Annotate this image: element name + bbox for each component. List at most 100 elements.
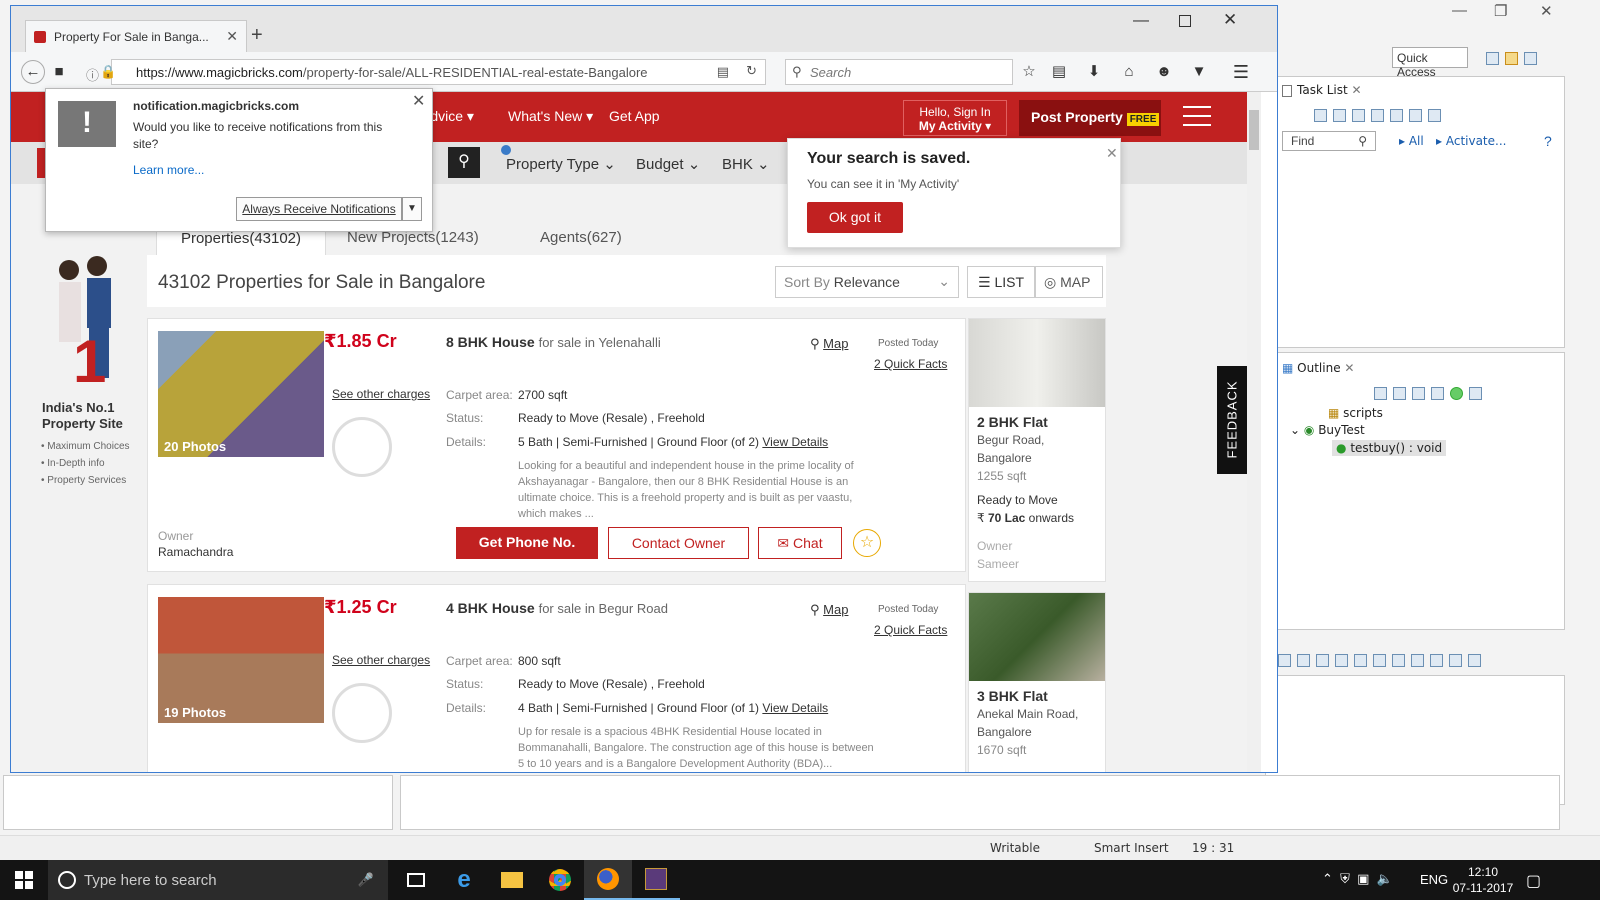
task-list-tab[interactable]: Task List ✕: [1282, 83, 1362, 97]
tab-close-icon[interactable]: ✕: [226, 28, 238, 45]
task-view-icon[interactable]: [392, 860, 440, 900]
menu-icon[interactable]: ☰: [1231, 62, 1251, 82]
similar-property-card[interactable]: 3 BHK Flat Anekal Main Road, Bangalore 1…: [968, 592, 1106, 772]
nav-bar: ← ■ ⓘ 🔒 https://www.magicbricks.com/prop…: [11, 52, 1277, 92]
new-tab-icon[interactable]: +: [251, 24, 263, 47]
console-toolbar[interactable]: [1278, 652, 1487, 668]
maximize-icon[interactable]: ❐: [1494, 2, 1507, 20]
learn-more-link[interactable]: Learn more...: [133, 163, 204, 177]
filter-bhk[interactable]: BHK ⌄: [722, 155, 770, 173]
edge-icon[interactable]: e: [440, 860, 488, 900]
listing-description: Looking for a beautiful and independent …: [518, 460, 854, 520]
editor-panel: [400, 775, 1560, 830]
signin-menu[interactable]: Hello, Sign In My Activity ▾: [903, 100, 1007, 136]
quick-facts-link[interactable]: 2 Quick Facts: [874, 357, 947, 371]
quick-access-field[interactable]: Quick Access: [1392, 47, 1468, 79]
tab-agents[interactable]: Agents(627): [540, 229, 622, 246]
find-input[interactable]: Find ⚲: [1282, 131, 1376, 151]
listing-photo[interactable]: 20 Photos: [158, 331, 324, 457]
cortana-icon: [58, 871, 76, 889]
similar-property-card[interactable]: 2 BHK Flat Begur Road, Bangalore 1255 sq…: [968, 318, 1106, 582]
outline-item-testbuy[interactable]: ● testbuy() : void: [1332, 440, 1447, 456]
listing-photo[interactable]: 19 Photos: [158, 597, 324, 723]
nav-whats-new[interactable]: What's New ▾: [508, 108, 593, 125]
ok-got-it-button[interactable]: Ok got it: [807, 202, 903, 233]
view-details-link[interactable]: View Details: [762, 435, 828, 449]
get-phone-button[interactable]: Get Phone No.: [456, 527, 598, 559]
saved-popup-close-icon[interactable]: ✕: [1106, 145, 1118, 162]
sort-dropdown[interactable]: Sort By Relevance ⌄: [775, 266, 959, 298]
outline-item-buytest[interactable]: ⌄ ◉ BuyTest: [1290, 423, 1365, 437]
outline-toolbar[interactable]: [1374, 385, 1488, 401]
minimize-icon[interactable]: —: [1452, 2, 1467, 19]
help-icon[interactable]: ?: [1544, 133, 1552, 149]
downloads-icon[interactable]: ⬇: [1084, 62, 1104, 82]
window-minimize-icon[interactable]: —: [1133, 12, 1149, 30]
window-maximize-icon[interactable]: [1179, 15, 1191, 27]
always-receive-button[interactable]: Always Receive Notifications: [236, 197, 402, 221]
taskbar-search[interactable]: Type here to search 🎤: [48, 860, 388, 900]
other-charges-link[interactable]: See other charges: [332, 653, 430, 667]
contact-owner-button[interactable]: Contact Owner: [608, 527, 749, 559]
hello-icon[interactable]: ☻: [1154, 62, 1174, 82]
list-view-button[interactable]: ☰ LIST: [967, 266, 1035, 298]
search-submit-icon[interactable]: ⚲: [448, 147, 480, 178]
nav-get-app[interactable]: Get App: [609, 108, 660, 124]
filter-property-type[interactable]: Property Type ⌄: [506, 155, 616, 173]
bookmark-star-icon[interactable]: ☆: [1019, 62, 1039, 82]
post-property-button[interactable]: Post Property FREE: [1019, 100, 1161, 136]
verified-seal-icon: [332, 683, 392, 743]
listing-card[interactable]: 20 Photos ₹1.85 Cr See other charges 8 B…: [147, 318, 966, 572]
task-list-toolbar[interactable]: [1314, 107, 1447, 123]
activate-link[interactable]: ▸ Activate...: [1436, 134, 1506, 148]
notification-host: notification.magicbricks.com: [133, 99, 300, 113]
url-bar[interactable]: ⓘ 🔒 https://www.magicbricks.com/property…: [86, 59, 766, 85]
page-scrollbar[interactable]: [1247, 92, 1261, 772]
listing-map-link[interactable]: ⚲ Map: [810, 602, 848, 618]
clock[interactable]: 12:10 07-11-2017: [1452, 864, 1514, 896]
editor-left-panel: [3, 775, 393, 830]
browser-search-input[interactable]: ⚲ Search: [785, 59, 1013, 85]
filter-budget[interactable]: Budget ⌄: [636, 155, 700, 173]
all-link[interactable]: ▸ All: [1399, 134, 1424, 148]
browser-tab[interactable]: Property For Sale in Banga... ✕: [25, 20, 247, 52]
language-indicator[interactable]: ENG: [1420, 872, 1448, 887]
firefox-icon[interactable]: [584, 860, 632, 900]
perspective-icons[interactable]: [1486, 50, 1543, 66]
chrome-icon[interactable]: [536, 860, 584, 900]
quick-facts-link[interactable]: 2 Quick Facts: [874, 623, 947, 637]
notification-permission-icon[interactable]: ■: [49, 62, 69, 82]
listing-card[interactable]: 19 Photos ₹1.25 Cr See other charges 4 B…: [147, 584, 966, 772]
map-view-button[interactable]: ◎ MAP: [1035, 266, 1103, 298]
window-close-icon[interactable]: ✕: [1223, 10, 1237, 30]
chat-button[interactable]: ✉ Chat: [758, 527, 842, 559]
details-label: Details:: [446, 435, 487, 449]
outline-item-scripts[interactable]: ▦ scripts: [1328, 406, 1383, 420]
listing-map-link[interactable]: ⚲ Map: [810, 336, 848, 352]
bookmarks-library-icon[interactable]: ▤: [1049, 62, 1069, 82]
promo-points: • Maximum Choices • In-Depth info • Proper…: [41, 441, 130, 486]
other-charges-link[interactable]: See other charges: [332, 387, 430, 401]
listing-title[interactable]: 8 BHK House for sale in Yelenahalli: [446, 334, 661, 350]
hamburger-icon[interactable]: [1183, 106, 1211, 126]
task-list-panel: Task List ✕ Find ⚲ ▸ All ▸ Activate... ?: [1273, 76, 1565, 348]
outline-tab[interactable]: ▦ Outline ✕: [1282, 361, 1354, 375]
promo-illustration: 1: [59, 256, 111, 392]
notification-dropdown-icon[interactable]: ▼: [402, 197, 422, 221]
view-details-link[interactable]: View Details: [762, 701, 828, 715]
close-icon[interactable]: ✕: [1540, 2, 1553, 20]
reader-view-icon: ▤: [716, 64, 729, 79]
eclipse-app-icon[interactable]: [632, 860, 680, 900]
lock-icon: 🔒: [100, 64, 117, 79]
action-center-icon[interactable]: ▢: [1526, 871, 1541, 891]
listing-title[interactable]: 4 BHK House for sale in Begur Road: [446, 600, 668, 616]
shortlist-star-icon[interactable]: ☆: [853, 529, 881, 557]
feedback-tab[interactable]: FEEDBACK: [1217, 366, 1247, 474]
pocket-icon[interactable]: ▼: [1189, 62, 1209, 82]
home-icon[interactable]: ⌂: [1119, 62, 1139, 82]
file-explorer-icon[interactable]: [488, 860, 536, 900]
back-icon[interactable]: ←: [21, 60, 45, 84]
windows-start-icon[interactable]: [0, 860, 48, 900]
tray-icons[interactable]: ⌃ ⛨ ▣ 🔈: [1322, 871, 1393, 887]
notification-close-icon[interactable]: ✕: [412, 91, 425, 111]
